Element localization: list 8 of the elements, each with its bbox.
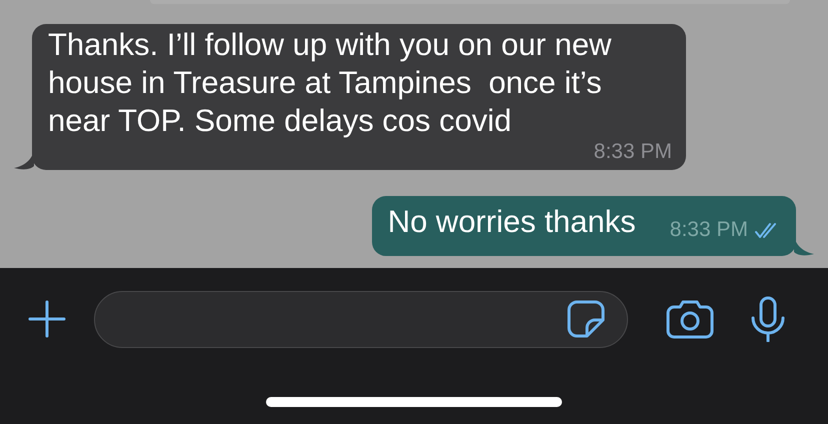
message-text: No worries thanks <box>388 203 636 241</box>
camera-icon[interactable] <box>666 299 714 339</box>
message-time: 8:33 PM <box>670 218 748 242</box>
message-time: 8:33 PM <box>594 140 672 164</box>
message-text: Thanks. I’ll follow up with you on our new house in Treasure at Tampines once it’s near TOP. Some delays cos covid <box>48 26 612 140</box>
plus-icon[interactable] <box>28 300 66 338</box>
microphone-icon[interactable] <box>750 296 786 342</box>
sticker-icon[interactable] <box>567 300 605 338</box>
